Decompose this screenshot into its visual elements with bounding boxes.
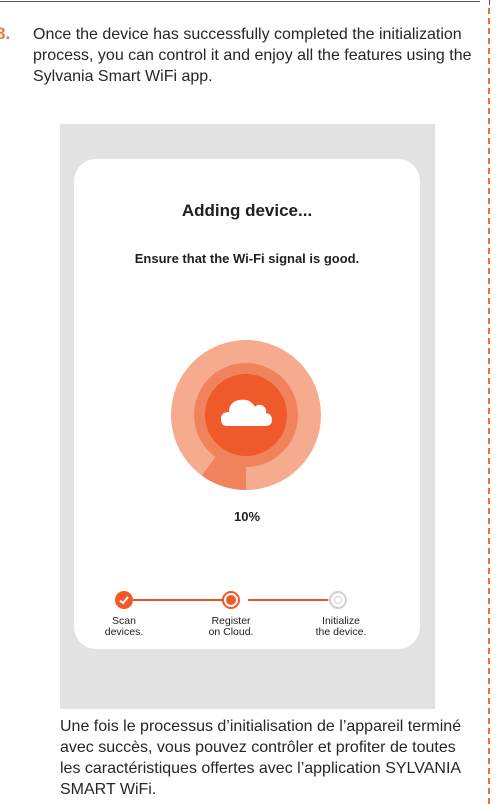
step-line-2	[248, 599, 328, 601]
step-label-initialize: Initialize the device.	[315, 615, 367, 638]
cut-line	[488, 8, 490, 804]
card-title: Adding device...	[181, 201, 313, 220]
step-label-scan: Scan devices.	[104, 615, 144, 638]
progress-percent: 10%	[233, 509, 261, 524]
instruction-french: Une fois le processus d’initialisation d…	[60, 718, 462, 798]
progress-ring	[171, 340, 321, 490]
step-initialize-pending-icon	[329, 591, 347, 609]
top-rule	[0, 1, 480, 2]
step-line-1	[133, 599, 230, 601]
phone-screenshot: Adding device... Ensure that the Wi-Fi s…	[60, 124, 435, 709]
step-scan-done-icon	[115, 591, 133, 609]
step-number: 8.	[0, 24, 11, 43]
adding-device-card: Adding device... Ensure that the Wi-Fi s…	[74, 159, 420, 649]
wifi-hint: Ensure that the Wi-Fi signal is good.	[134, 251, 360, 266]
tick-mark	[489, 0, 490, 5]
step-label-register: Register on Cloud.	[208, 615, 254, 638]
step-register-active-icon	[222, 591, 240, 609]
instruction-english: Once the device has successfully complet…	[33, 26, 472, 85]
check-icon	[119, 596, 129, 605]
